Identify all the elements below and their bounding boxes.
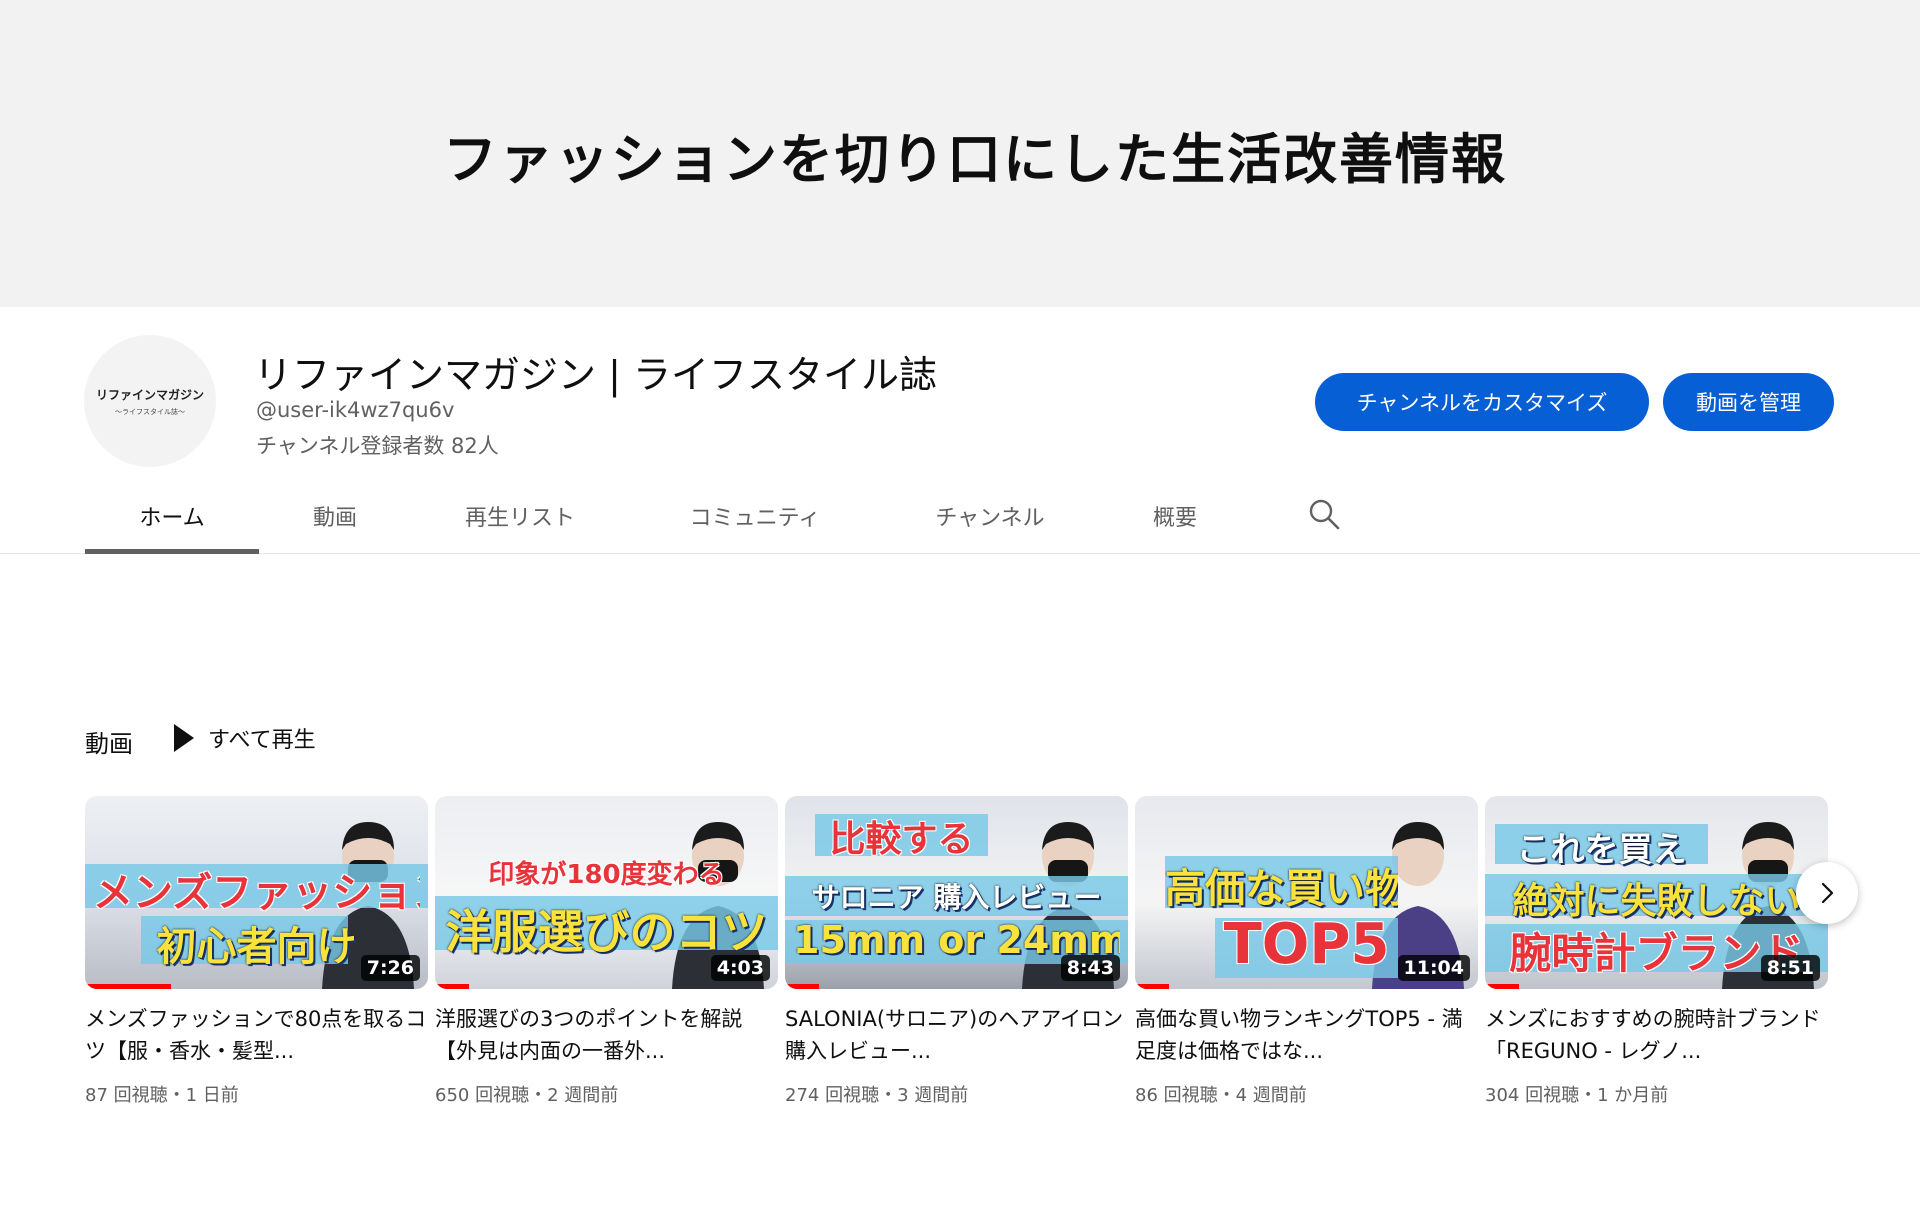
video-duration: 7:26 — [360, 955, 420, 981]
thumbnail-caption: 比較する — [829, 819, 974, 860]
video-title[interactable]: SALONIA(サロニア)のヘアアイロン購入レビュー... — [785, 1003, 1128, 1067]
video-thumbnail[interactable]: メンズファッション 初心者向け 7:26 — [85, 796, 428, 989]
tab-community[interactable]: コミュニティ — [670, 478, 840, 554]
watch-progress — [85, 984, 171, 989]
channel-name: リファインマガジン | ライフスタイル誌 — [254, 353, 937, 397]
chevron-right-icon — [1821, 882, 1834, 904]
watch-progress — [1135, 984, 1170, 989]
thumbnail-caption: メンズファッション — [93, 870, 420, 916]
video-meta: 86 回視聴・4 週間前 — [1135, 1085, 1307, 1106]
channel-tabs: ホーム 動画 再生リスト コミュニティ チャンネル 概要 — [0, 478, 1920, 554]
video-duration: 11:04 — [1397, 955, 1470, 981]
banner-text: ファッションを切り口にした生活改善情報 — [443, 128, 1507, 191]
carousel-next-button[interactable] — [1796, 862, 1858, 924]
video-thumbnail[interactable]: 高価な買い物 TOP5 11:04 — [1135, 796, 1478, 989]
tab-channels[interactable]: チャンネル — [910, 478, 1070, 554]
video-meta: 304 回視聴・1 か月前 — [1485, 1085, 1669, 1106]
video-duration: 8:43 — [1060, 955, 1120, 981]
video-title[interactable]: 高価な買い物ランキングTOP5 - 満足度は価格ではな... — [1135, 1003, 1478, 1067]
video-thumbnail[interactable]: 印象が180度変わる 洋服選びのコツ 4:03 — [435, 796, 778, 989]
tab-videos[interactable]: 動画 — [285, 478, 385, 554]
video-title[interactable]: 洋服選びの3つのポイントを解説【外見は内面の一番外... — [435, 1003, 778, 1067]
thumbnail-caption: 洋服選びのコツ — [445, 905, 768, 959]
video-card[interactable]: これを買え 絶対に失敗しない 腕時計ブランド 8:51 メンズにおすすめの腕時計… — [1485, 796, 1828, 1107]
avatar-logo-text: リファインマガジン — [95, 387, 204, 402]
section-title: 動画 — [85, 730, 133, 758]
channel-banner: ファッションを切り口にした生活改善情報 — [0, 0, 1920, 307]
video-title[interactable]: メンズファッションで80点を取るコツ【服・香水・髪型... — [85, 1003, 428, 1067]
video-card[interactable]: 印象が180度変わる 洋服選びのコツ 4:03 洋服選びの3つのポイントを解説【… — [435, 796, 778, 1107]
thumbnail-caption: 絶対に失敗しない — [1512, 881, 1801, 922]
watch-progress — [785, 984, 820, 989]
channel-avatar[interactable]: リファインマガジン 〜ライフスタイル誌〜 — [84, 335, 216, 467]
thumbnail-caption: これを買え — [1516, 830, 1687, 870]
video-meta: 274 回視聴・3 週間前 — [785, 1085, 969, 1106]
subscriber-count: チャンネル登録者数 82人 — [256, 434, 499, 458]
video-meta: 650 回視聴・2 週間前 — [435, 1085, 619, 1106]
play-all-button[interactable]: すべて再生 — [174, 722, 316, 754]
active-tab-indicator — [85, 549, 259, 554]
video-duration: 4:03 — [710, 955, 770, 981]
video-card[interactable]: 比較する サロニア 購入レビュー 15mm or 24mm 8:43 SALON… — [785, 796, 1128, 1107]
video-thumbnail[interactable]: 比較する サロニア 購入レビュー 15mm or 24mm 8:43 — [785, 796, 1128, 989]
thumbnail-caption: サロニア 購入レビュー — [811, 881, 1102, 914]
video-meta: 87 回視聴・1 日前 — [85, 1085, 239, 1106]
video-card[interactable]: 高価な買い物 TOP5 11:04 高価な買い物ランキングTOP5 - 満足度は… — [1135, 796, 1478, 1107]
watch-progress — [435, 984, 470, 989]
customize-channel-button[interactable]: チャンネルをカスタマイズ — [1315, 373, 1649, 431]
search-icon[interactable] — [1306, 496, 1342, 532]
channel-handle: @user-ik4wz7qu6v — [256, 398, 455, 422]
tab-playlists[interactable]: 再生リスト — [440, 478, 600, 554]
tab-home[interactable]: ホーム — [85, 478, 259, 554]
thumbnail-caption: 高価な買い物 — [1165, 866, 1398, 912]
watch-progress — [1485, 984, 1520, 989]
thumbnail-caption: 印象が180度変わる — [488, 860, 725, 890]
tab-about[interactable]: 概要 — [1130, 478, 1220, 554]
play-all-label: すべて再生 — [208, 728, 316, 753]
video-title[interactable]: メンズにおすすめの腕時計ブランド 「REGUNO - レグノ... — [1485, 1003, 1828, 1067]
video-card[interactable]: メンズファッション 初心者向け 7:26 メンズファッションで80点を取るコツ【… — [85, 796, 428, 1107]
video-duration: 8:51 — [1760, 955, 1820, 981]
manage-videos-button[interactable]: 動画を管理 — [1663, 373, 1834, 431]
avatar-logo-subtext: 〜ライフスタイル誌〜 — [115, 407, 185, 416]
video-thumbnail[interactable]: これを買え 絶対に失敗しない 腕時計ブランド 8:51 — [1485, 796, 1828, 989]
play-icon — [174, 724, 194, 752]
